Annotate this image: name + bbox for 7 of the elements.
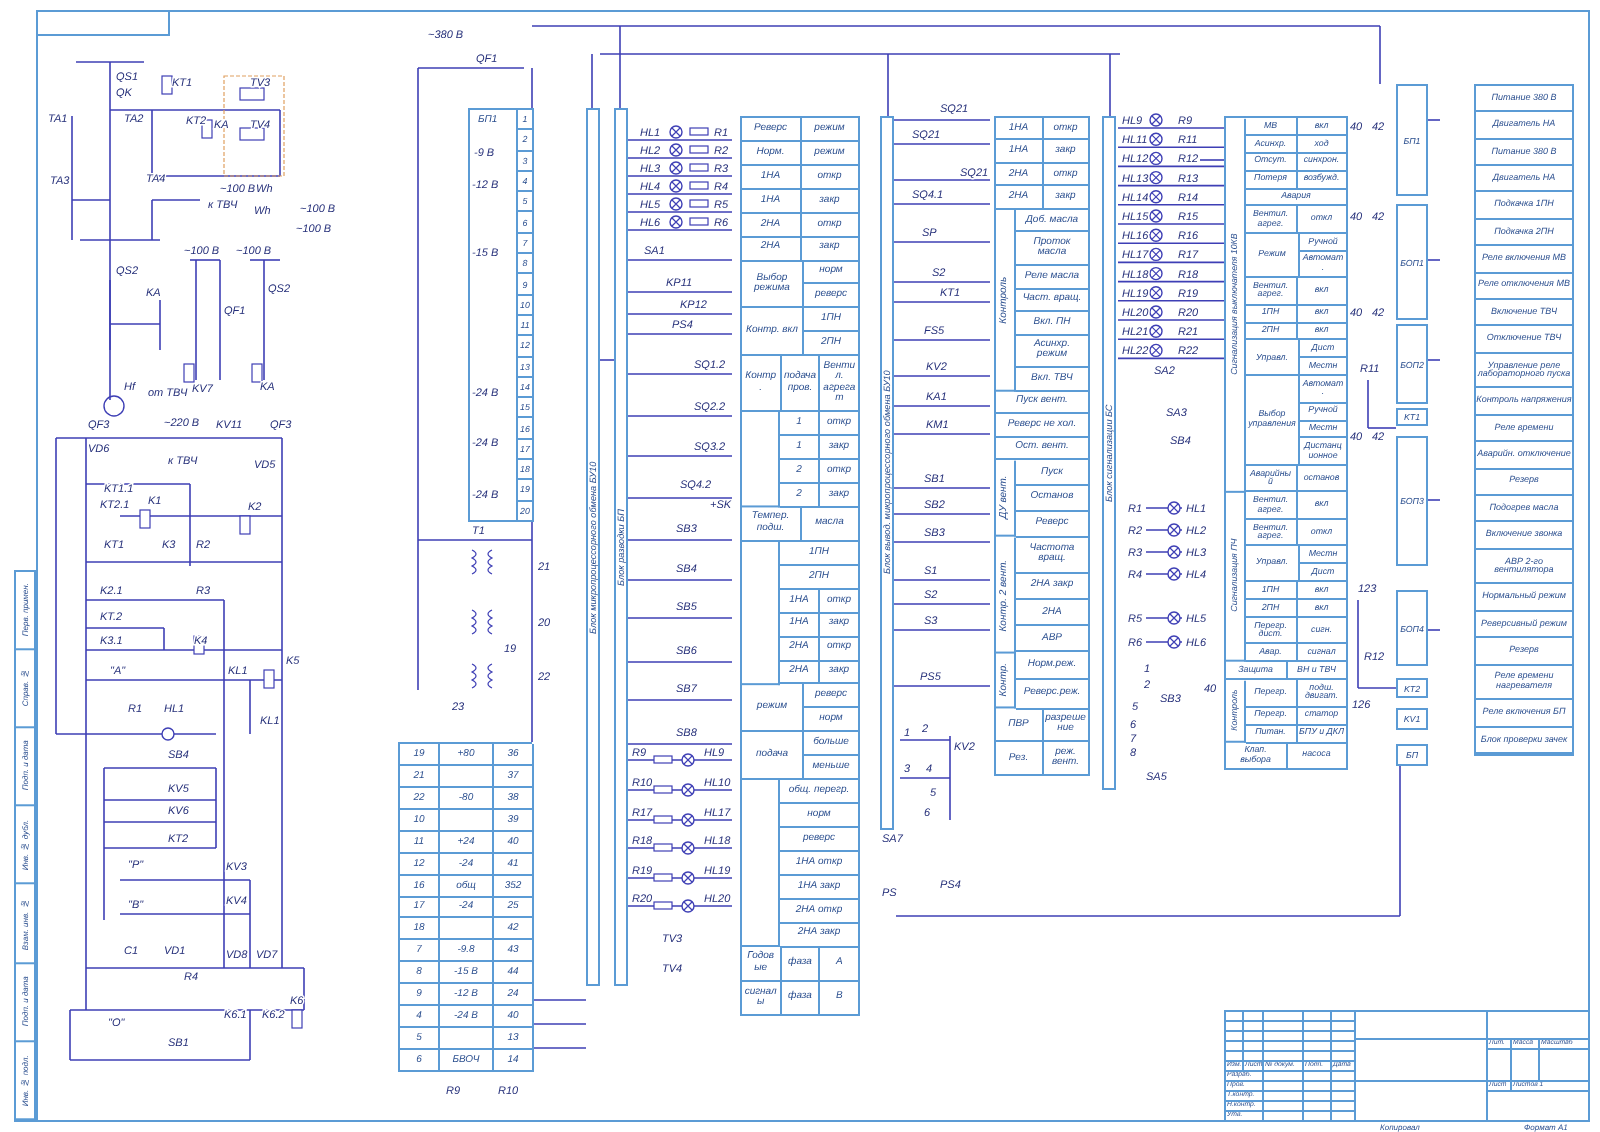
table-cell xyxy=(440,809,494,832)
transformer-drawing xyxy=(471,549,493,689)
table-cell xyxy=(440,1028,494,1051)
table-cell xyxy=(440,918,494,941)
title-cell xyxy=(1488,1050,1512,1082)
title-cell xyxy=(1512,1050,1540,1082)
table-cell xyxy=(440,765,494,788)
